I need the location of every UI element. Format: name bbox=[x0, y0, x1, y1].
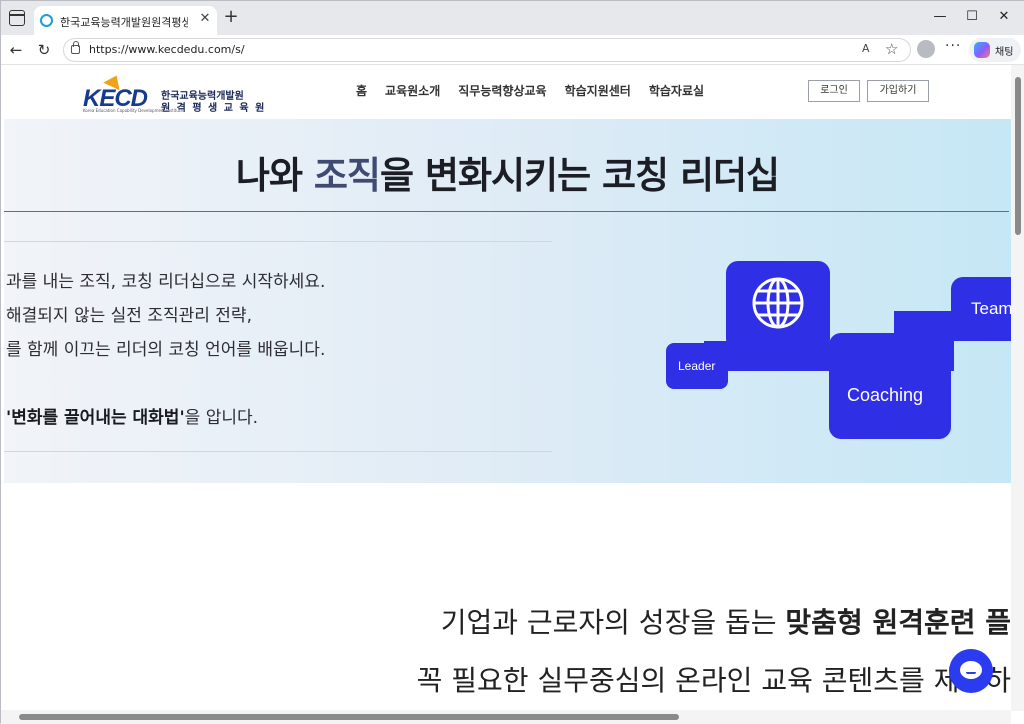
copilot-icon bbox=[974, 42, 990, 58]
hero-title-part1: 나와 bbox=[235, 154, 314, 197]
read-aloud-icon[interactable]: A bbox=[862, 42, 870, 55]
horizontal-scrollbar[interactable] bbox=[1, 710, 1011, 724]
hero-thin-divider-top bbox=[4, 241, 552, 242]
hero-text-line2: 해결되지 않는 실전 조직관리 전략, bbox=[6, 306, 252, 326]
hero-text-line1: 과를 내는 조직, 코칭 리더십으로 시작하세요. bbox=[6, 272, 326, 292]
active-tab[interactable]: 한국교육능력개발원원격평생교육원 ✕ bbox=[34, 6, 217, 35]
nav-item-home[interactable]: 홈 bbox=[356, 82, 367, 102]
close-window-button[interactable]: ✕ bbox=[989, 7, 1019, 27]
browser-toolbar: ← ↻ https://www.kecdedu.com/s/ A ☆ ··· 채… bbox=[1, 35, 1024, 65]
site-header: KECD 한국교육능력개발원 원 격 평 생 교 육 원 Korea Educa… bbox=[1, 65, 1011, 119]
tab-bar: 한국교육능력개발원원격평생교육원 ✕ + — ☐ ✕ bbox=[1, 1, 1024, 35]
more-options-icon[interactable]: ··· bbox=[945, 38, 961, 54]
hero-title: 나와 조직을 변화시키는 코칭 리더십 bbox=[4, 145, 1011, 199]
vertical-scroll-thumb[interactable] bbox=[1015, 77, 1021, 235]
hero-divider bbox=[4, 211, 1009, 212]
vertical-scrollbar[interactable] bbox=[1011, 65, 1024, 711]
leader-tile: Leader bbox=[666, 343, 728, 389]
hero-title-part2: 을 변화시키는 코칭 리더십 bbox=[379, 154, 780, 197]
horizontal-scroll-thumb[interactable] bbox=[19, 714, 679, 720]
hero-banner[interactable]: 나와 조직을 변화시키는 코칭 리더십 과를 내는 조직, 코칭 리더십으로 시… bbox=[4, 119, 1021, 483]
section-headline-line1-plain: 기업과 근로자의 성장을 돕는 bbox=[440, 606, 786, 639]
refresh-button[interactable]: ↻ bbox=[33, 39, 55, 61]
tab-actions-icon[interactable] bbox=[9, 10, 25, 26]
coaching-tile: Coaching bbox=[829, 333, 951, 439]
globe-icon bbox=[752, 277, 804, 329]
login-button[interactable]: 로그인 bbox=[808, 80, 860, 102]
logo-english-subtitle: Korea Education Capability Development I… bbox=[83, 108, 183, 113]
hero-title-accent: 조직 bbox=[313, 154, 381, 197]
section-headline-line1: 기업과 근로자의 성장을 돕는 맞춤형 원격훈련 플 bbox=[441, 601, 1011, 641]
copilot-chat-button[interactable]: 채팅 bbox=[969, 38, 1021, 62]
signup-button[interactable]: 가입하기 bbox=[867, 80, 929, 102]
hero-text-line4: '변화를 끌어내는 대화법'을 압니다. bbox=[6, 403, 258, 428]
nav-item-resources[interactable]: 학습자료실 bbox=[649, 82, 704, 102]
favorite-star-icon[interactable]: ☆ bbox=[885, 40, 898, 58]
hero-thin-divider-bottom bbox=[4, 451, 552, 452]
chat-bubble-icon[interactable] bbox=[949, 649, 993, 693]
hero-text-line4-bold: '변화를 끌어내는 대화법' bbox=[6, 408, 185, 428]
tab-close-icon[interactable]: ✕ bbox=[197, 11, 213, 27]
leader-label: Leader bbox=[678, 359, 716, 373]
maximize-button[interactable]: ☐ bbox=[957, 7, 987, 27]
main-nav: 홈 교육원소개 직무능력향상교육 학습지원센터 학습자료실 bbox=[356, 82, 722, 102]
back-button[interactable]: ← bbox=[5, 39, 27, 61]
page-viewport: KECD 한국교육능력개발원 원 격 평 생 교 육 원 Korea Educa… bbox=[1, 65, 1024, 724]
lock-icon[interactable] bbox=[71, 41, 80, 54]
globe-tile bbox=[726, 261, 830, 351]
hero-text-line3: 를 함께 이끄는 리더의 코칭 언어를 배웁니다. bbox=[6, 340, 326, 360]
copilot-label: 채팅 bbox=[995, 47, 1014, 58]
address-bar[interactable]: https://www.kecdedu.com/s/ A ☆ bbox=[63, 38, 911, 62]
nav-item-support-center[interactable]: 학습지원센터 bbox=[565, 82, 631, 102]
browser-window: 한국교육능력개발원원격평생교육원 ✕ + — ☐ ✕ ← ↻ https://w… bbox=[0, 0, 1024, 724]
coaching-illustration: Leader Coaching Team bbox=[664, 261, 1021, 441]
tab-title: 한국교육능력개발원원격평생교육원 bbox=[60, 16, 188, 29]
site-favicon-icon bbox=[40, 14, 53, 27]
hero-text-line4-rest: 을 압니다. bbox=[184, 408, 259, 428]
site-logo[interactable]: KECD 한국교육능력개발원 원 격 평 생 교 육 원 Korea Educa… bbox=[81, 71, 264, 114]
profile-avatar-icon[interactable] bbox=[917, 40, 935, 58]
minimize-button[interactable]: — bbox=[925, 7, 955, 27]
section-headline-line2: 꼭 필요한 실무중심의 온라인 교육 콘텐츠를 제공하 bbox=[416, 664, 1011, 697]
url-text[interactable]: https://www.kecdedu.com/s/ bbox=[89, 43, 245, 56]
new-tab-button[interactable]: + bbox=[221, 7, 241, 27]
team-label: Team bbox=[971, 299, 1013, 318]
nav-item-about[interactable]: 교육원소개 bbox=[385, 82, 440, 102]
coaching-label: Coaching bbox=[847, 385, 924, 405]
section-headline-line1-bold: 맞춤형 원격훈련 플 bbox=[785, 606, 1011, 639]
nav-item-job-training[interactable]: 직무능력향상교육 bbox=[458, 82, 546, 102]
